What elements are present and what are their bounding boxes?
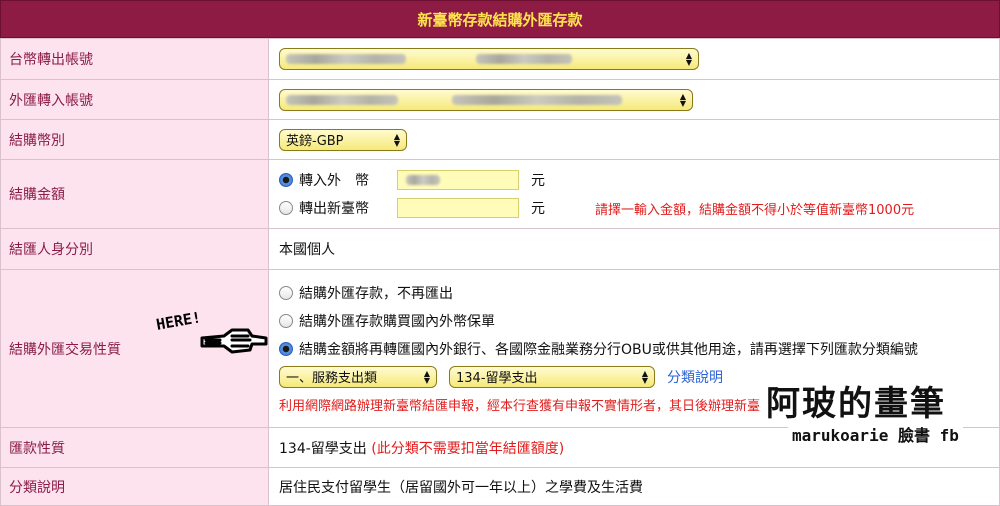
- twd-amount-input[interactable]: [397, 198, 519, 218]
- masked-account-name: [476, 54, 572, 64]
- purpose-option-3: 結購金額將再轉匯國內外銀行、各國際金融業務分行OBU或供其他用途，請再選擇下列匯…: [279, 335, 999, 363]
- radio-purpose-3[interactable]: [279, 341, 293, 356]
- option-out-label: 轉出新臺幣: [299, 201, 369, 217]
- category-sub-selected: 134-留學支出: [456, 371, 538, 386]
- row-category-desc: 分類說明 居住民支付留學生（居留國外可一年以上）之學費及生活費: [0, 467, 1000, 506]
- masked-account-name: [452, 94, 622, 105]
- radio-foreign-currency[interactable]: [279, 173, 293, 187]
- purpose-option-1: 結購外匯存款，不再匯出: [279, 279, 999, 307]
- remit-nature-note: (此分類不需要扣當年結匯額度): [371, 440, 565, 457]
- twd-account-select[interactable]: ▲ ▼: [279, 48, 699, 70]
- row-twd-account: 台幣轉出帳號 ▲ ▼: [0, 38, 1000, 80]
- masked-account-number: [286, 94, 398, 105]
- remit-nature-value: 134-留學支出: [279, 440, 367, 457]
- page-title: 新臺幣存款結購外匯存款: [0, 0, 1000, 38]
- unit-label: 元: [531, 173, 545, 189]
- amount-label: 結購金額: [0, 159, 269, 229]
- identity-label: 結匯人身分別: [0, 228, 269, 270]
- category-help-link[interactable]: 分類說明: [667, 367, 723, 387]
- amount-hint: 請擇一輸入金額，結購金額不得小於等值新臺幣1000元: [595, 202, 915, 218]
- fx-account-label: 外匯轉入帳號: [0, 79, 269, 120]
- currency-selected: 英鎊-GBP: [286, 134, 344, 149]
- row-currency: 結購幣別 英鎊-GBP ▲ ▼: [0, 119, 1000, 160]
- fx-account-select[interactable]: ▲ ▼: [279, 88, 693, 111]
- here-annotation: HERE!: [155, 308, 272, 362]
- category-main-selected: 一、服務支出類: [286, 371, 378, 386]
- purpose-warning: 利用網際網路辦理新臺幣結匯申報，經本行查獲有申報不實情形者，其日後辦理新臺幣結匯…: [279, 399, 930, 414]
- radio-purpose-2[interactable]: [279, 313, 293, 328]
- category-sub-select[interactable]: 134-留學支出 ▲ ▼: [449, 365, 655, 388]
- row-remit-nature: 匯款性質 134-留學支出 (此分類不需要扣當年結匯額度): [0, 427, 1000, 468]
- row-amount: 結購金額 轉入外 幣 元 轉出新臺幣 元 請擇一輸入金額，結購金額不得小於等值新…: [0, 159, 1000, 229]
- identity-value: 本國個人: [268, 228, 1000, 270]
- category-select-row: 一、服務支出類 ▲ ▼ 134-留學支出 ▲ ▼ 分類說明: [279, 363, 999, 391]
- currency-label: 結購幣別: [0, 119, 269, 160]
- purpose-option-1-label: 結購外匯存款，不再匯出: [299, 285, 453, 302]
- radio-purpose-1[interactable]: [279, 285, 293, 300]
- unit-label: 元: [531, 201, 545, 217]
- row-fx-account: 外匯轉入帳號 ▲ ▼: [0, 79, 1000, 120]
- chevron-updown-icon: ▲ ▼: [423, 368, 430, 385]
- purpose-option-2: 結購外匯存款購買國內外幣保單: [279, 307, 999, 335]
- chevron-updown-icon: ▲ ▼: [685, 51, 692, 67]
- amount-option-in-row: 轉入外 幣 元: [279, 166, 999, 194]
- foreign-amount-input[interactable]: [397, 170, 519, 190]
- row-purpose: 結購外匯交易性質 結購外匯存款，不再匯出 結購外匯存款購買國內外幣保單 結購金額…: [0, 269, 1000, 428]
- row-identity: 結匯人身分別 本國個人: [0, 228, 1000, 270]
- chevron-updown-icon: ▲ ▼: [641, 368, 648, 385]
- currency-select[interactable]: 英鎊-GBP ▲ ▼: [279, 128, 407, 151]
- radio-twd[interactable]: [279, 201, 293, 215]
- category-main-select[interactable]: 一、服務支出類 ▲ ▼: [279, 365, 437, 388]
- option-in-label: 轉入外 幣: [299, 173, 369, 189]
- chevron-updown-icon: ▲ ▼: [393, 131, 400, 148]
- purpose-option-2-label: 結購外匯存款購買國內外幣保單: [299, 313, 495, 330]
- category-desc-value: 居住民支付留學生（居留國外可一年以上）之學費及生活費: [268, 467, 1000, 506]
- pointing-hand-icon: [200, 328, 268, 354]
- fx-purchase-form: 台幣轉出帳號 ▲ ▼ 外匯轉入帳號 ▲ ▼ 結購幣別 英鎊-GBP ▲ ▼ 結購…: [0, 38, 1000, 506]
- masked-account-number: [286, 54, 406, 64]
- remit-nature-label: 匯款性質: [0, 427, 269, 468]
- category-desc-label: 分類說明: [0, 467, 269, 506]
- amount-option-out-row: 轉出新臺幣 元 請擇一輸入金額，結購金額不得小於等值新臺幣1000元: [279, 194, 999, 222]
- purpose-option-3-label: 結購金額將再轉匯國內外銀行、各國際金融業務分行OBU或供其他用途，請再選擇下列匯…: [299, 341, 918, 358]
- twd-account-label: 台幣轉出帳號: [0, 38, 269, 80]
- chevron-updown-icon: ▲ ▼: [679, 91, 686, 108]
- masked-amount-value: [406, 175, 440, 185]
